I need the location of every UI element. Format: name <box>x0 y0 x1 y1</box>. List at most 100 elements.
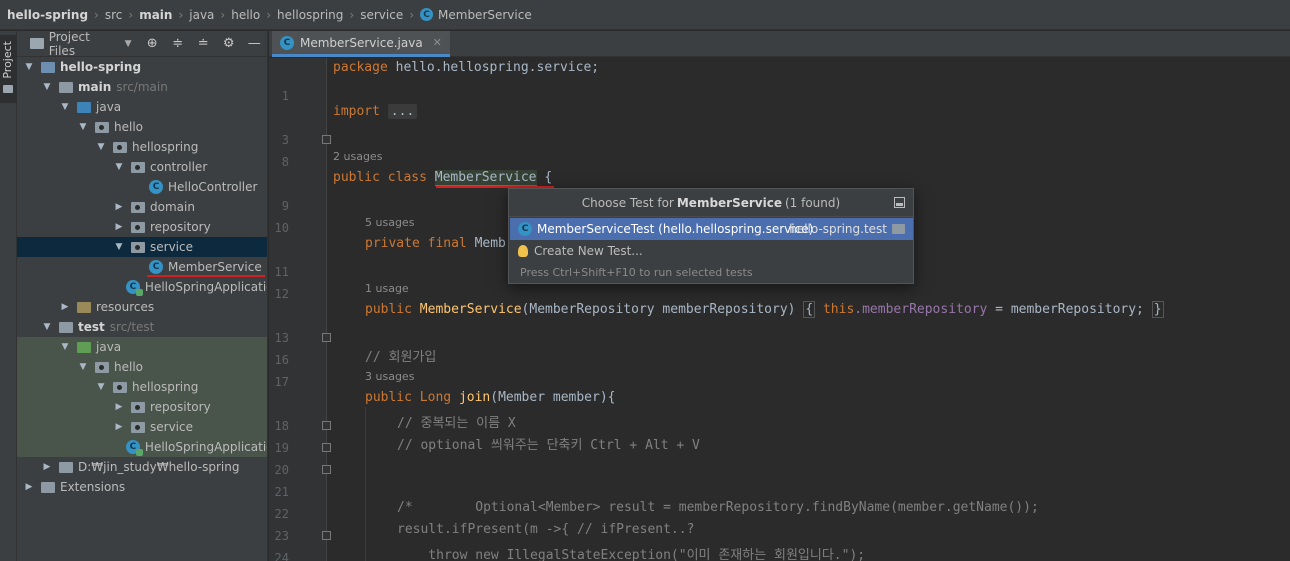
chevron-down-icon[interactable]: ▼ <box>77 122 89 132</box>
tree-item-domain[interactable]: ▶ domain <box>17 197 267 217</box>
chevron-down-icon[interactable]: ▼ <box>95 382 107 392</box>
code-line-25[interactable]: throw new IllegalStateException("이미 존재하는… <box>397 544 865 561</box>
popup-item-memberservicetest[interactable]: C MemberServiceTest (hello.hellospring.s… <box>510 218 913 240</box>
chevron-down-icon[interactable]: ▼ <box>41 322 53 332</box>
fold-toggle-icon[interactable] <box>322 443 331 452</box>
tree-item-main[interactable]: ▼ main src/main <box>17 77 267 97</box>
package-icon <box>131 421 145 433</box>
breadcrumb-item-hellospring[interactable]: hellospring <box>277 8 343 22</box>
folded-imports[interactable]: ... <box>387 104 418 119</box>
code-line-20[interactable]: // optional 씌워주는 단축키 Ctrl + Alt + V <box>397 434 700 453</box>
chevron-down-icon[interactable]: ▼ <box>113 162 125 172</box>
choose-test-popup[interactable]: Choose Test for MemberService (1 found) … <box>508 188 914 284</box>
tree-item-label: hello <box>114 120 143 134</box>
breadcrumb-item-memberservice[interactable]: C MemberService <box>420 8 532 22</box>
code-line-3[interactable]: import ... <box>333 104 418 119</box>
chevron-right-icon[interactable]: ▶ <box>59 302 71 312</box>
breadcrumb-item-hello[interactable]: hello <box>231 8 260 22</box>
chevron-down-icon[interactable]: ▼ <box>41 82 53 92</box>
chevron-down-icon[interactable]: ▼ <box>59 342 71 352</box>
fold-toggle-icon[interactable] <box>322 333 331 342</box>
code-line-1[interactable]: package hello.hellospring.service; <box>333 60 599 75</box>
tree-item-resources[interactable]: ▶ resources <box>17 297 267 317</box>
tree-item-test-hello[interactable]: ▼ hello <box>17 357 267 377</box>
tree-item-java[interactable]: ▼ java <box>17 97 267 117</box>
breadcrumb-item-main[interactable]: main <box>139 8 172 22</box>
fold-toggle-icon[interactable] <box>322 465 331 474</box>
folded-brace[interactable]: } <box>1151 301 1164 318</box>
pin-icon[interactable] <box>894 197 905 208</box>
usages-hint[interactable]: 2 usages <box>333 150 382 163</box>
tree-item-hello[interactable]: ▼ hello <box>17 117 267 137</box>
chevron-right-icon[interactable]: ▶ <box>41 462 53 472</box>
tree-item-test-repository[interactable]: ▶ repository <box>17 397 267 417</box>
code-line-11[interactable]: private final Memb <box>365 236 506 251</box>
close-icon[interactable]: ✕ <box>433 36 442 49</box>
project-view-selector[interactable]: Project Files <box>49 31 119 58</box>
expand-all-icon[interactable]: ≑ <box>165 36 191 51</box>
tree-item-service[interactable]: ▼ service <box>17 237 267 257</box>
package-icon <box>131 401 145 413</box>
code-line-23[interactable]: /* Optional<Member> result = memberRepos… <box>397 500 1039 515</box>
locate-icon[interactable]: ⊕ <box>140 36 166 51</box>
code-line-18[interactable]: public Long join(Member member){ <box>365 390 615 405</box>
chevron-down-icon[interactable]: ▼ <box>113 242 125 252</box>
chevron-down-icon[interactable]: ▼ <box>77 362 89 372</box>
code-line-9[interactable]: public class MemberService { <box>333 170 552 186</box>
class-name[interactable]: MemberService <box>434 170 537 186</box>
fold-toggle-icon[interactable] <box>322 531 331 540</box>
chevron-right-icon[interactable]: ▶ <box>113 422 125 432</box>
breadcrumb-item-project[interactable]: hello-spring <box>7 8 88 22</box>
line-number: 20 <box>274 463 289 477</box>
popup-item-create-new-test[interactable]: Create New Test... <box>510 240 913 262</box>
chevron-down-icon[interactable]: ▼ <box>95 142 107 152</box>
tab-memberservice-java[interactable]: C MemberService.java ✕ <box>272 31 450 57</box>
folded-brace[interactable]: { <box>803 301 816 318</box>
tree-item-root-path[interactable]: ▶ D:₩jin_study₩hello-spring <box>17 457 267 477</box>
project-tool-tab[interactable]: Project <box>0 35 17 103</box>
tree-item-test-service[interactable]: ▶ service <box>17 417 267 437</box>
breadcrumb-item-java[interactable]: java <box>189 8 214 22</box>
chevron-down-icon[interactable]: ▼ <box>59 102 71 112</box>
chevron-right-icon[interactable]: ▶ <box>113 202 125 212</box>
tree-item-hello-spring[interactable]: ▼ hello-spring <box>17 57 267 77</box>
code-line-24[interactable]: result.ifPresent(m ->{ // ifPresent..? <box>397 522 694 537</box>
breadcrumb-item-src[interactable]: src <box>105 8 123 22</box>
usages-hint[interactable]: 1 usage <box>365 282 409 295</box>
fold-toggle-icon[interactable] <box>322 421 331 430</box>
tree-item-hellospringapplication[interactable]: ▼ C HelloSpringApplicatio <box>17 277 267 297</box>
gear-icon[interactable]: ⚙ <box>216 36 242 51</box>
spring-class-icon: C <box>125 440 143 456</box>
line-number: 11 <box>274 265 289 279</box>
chevron-right-icon[interactable]: ▶ <box>23 482 35 492</box>
code-text: (Member member){ <box>490 390 616 405</box>
comment: // 회원가입 <box>365 350 437 365</box>
line-number: 18 <box>274 419 289 433</box>
tree-item-hellospring[interactable]: ▼ hellospring <box>17 137 267 157</box>
dropdown-caret-icon[interactable]: ▼ <box>125 39 132 49</box>
code-line-17[interactable]: // 회원가입 <box>365 346 436 365</box>
line-number-gutter[interactable]: 1 3 8 9 10 11 12 13 16 17 18 19 20 21 22… <box>269 58 331 561</box>
chevron-right-icon: › <box>128 7 134 22</box>
tree-item-memberservice[interactable]: ▼ C MemberService <box>17 257 267 277</box>
tree-item-test-hellospringapplication[interactable]: ▼ C HelloSpringApplicatio <box>17 437 267 457</box>
tree-item-repository[interactable]: ▶ repository <box>17 217 267 237</box>
collapse-all-icon[interactable]: ≐ <box>191 36 217 51</box>
tree-item-test-hellospring[interactable]: ▼ hellospring <box>17 377 267 397</box>
tree-item-extensions[interactable]: ▶ Extensions <box>17 477 267 497</box>
usages-hint[interactable]: 5 usages <box>365 216 414 229</box>
breadcrumb-item-service[interactable]: service <box>360 8 403 22</box>
tree-item-controller[interactable]: ▼ controller <box>17 157 267 177</box>
chevron-down-icon[interactable]: ▼ <box>23 62 35 72</box>
code-line-19[interactable]: // 중복되는 이름 X <box>397 412 516 431</box>
minimize-icon[interactable]: — <box>242 36 268 51</box>
code-line-13[interactable]: public MemberService(MemberRepository me… <box>365 301 1164 318</box>
usages-hint[interactable]: 3 usages <box>365 370 414 383</box>
tree-item-test[interactable]: ▼ test src/test <box>17 317 267 337</box>
chevron-right-icon[interactable]: ▶ <box>113 222 125 232</box>
chevron-right-icon[interactable]: ▶ <box>113 402 125 412</box>
fold-toggle-icon[interactable] <box>322 135 331 144</box>
popup-item-module: hello-spring.test <box>789 222 887 236</box>
tree-item-hellocontroller[interactable]: ▼ C HelloController <box>17 177 267 197</box>
tree-item-test-java[interactable]: ▼ java <box>17 337 267 357</box>
